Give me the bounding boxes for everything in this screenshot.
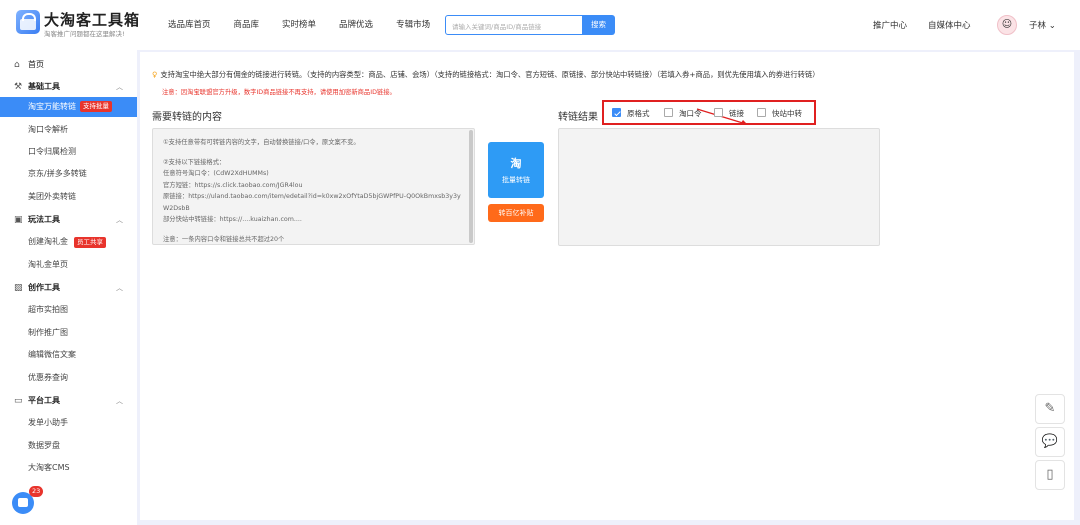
- nav-item-goods[interactable]: 商品库: [234, 18, 260, 30]
- checkbox-icon[interactable]: [664, 108, 673, 117]
- support-notice: ♀ 支持淘宝中绝大部分有佣金的链接进行转链。（支持的内容类型：商品、店铺、会场）（…: [152, 70, 820, 79]
- input-line: W2DsbB: [163, 204, 190, 212]
- option-link[interactable]: 链接: [714, 108, 744, 119]
- sidebar-item-home[interactable]: ⌂ 首页: [0, 55, 137, 75]
- sidebar-item-token-owner[interactable]: 口令归属检测: [0, 142, 137, 162]
- sidebar-item-data-compass[interactable]: 数据罗盘: [0, 436, 137, 456]
- option-kuaizhan[interactable]: 快站中转: [757, 108, 802, 119]
- notebook-icon[interactable]: ▯: [1035, 460, 1065, 490]
- input-line: 官方短链：https://s.click.taobao.com/JGR4lou: [163, 181, 303, 189]
- sidebar-item-jd-pdd[interactable]: 京东/拼多多转链: [0, 164, 137, 184]
- convert-input-textarea[interactable]: ①支持任意带有可转链内容的文字，自动替换链接/口令，原文案不变。 ②支持以下链接…: [152, 128, 475, 245]
- top-nav: 选品库首页 商品库 实时榜单 品牌优选 专辑市场: [168, 18, 453, 30]
- chevron-up-icon: ︿: [116, 216, 123, 224]
- taobao-glyph-icon: 淘: [510, 157, 522, 170]
- calendar-icon: ▣: [14, 215, 23, 225]
- sidebar-section-create[interactable]: ▨ 创作工具 ︿: [0, 278, 137, 298]
- wrench-icon: ⚒: [14, 82, 23, 92]
- input-line: 部分快站中转链接：https://....kuaizhan.com....: [163, 216, 302, 223]
- input-line: 任意符号淘口令：(CdW2XdHUMMs): [163, 170, 269, 177]
- sidebar-section-play[interactable]: ▣ 玩法工具 ︿: [0, 210, 137, 230]
- avatar[interactable]: ☺: [997, 15, 1017, 35]
- image-icon: ▨: [14, 283, 23, 293]
- result-section-title: 转链结果: [558, 112, 598, 123]
- checkbox-icon[interactable]: [757, 108, 766, 117]
- logo-title[interactable]: 大淘客工具箱: [44, 9, 140, 30]
- checkbox-icon[interactable]: [714, 108, 723, 117]
- sidebar-item-wechat-copy[interactable]: 编辑微信文案: [0, 345, 137, 365]
- input-line: ①支持任意带有可转链内容的文字，自动替换链接/口令，原文案不变。: [163, 139, 360, 146]
- option-original-format[interactable]: 原格式: [612, 108, 650, 119]
- sidebar-item-token-parse[interactable]: 淘口令解析: [0, 120, 137, 140]
- sidebar-item-meituan[interactable]: 美团外卖转链: [0, 187, 137, 207]
- sidebar-item-coupon-query[interactable]: 优惠券查询: [0, 368, 137, 388]
- media-center-link[interactable]: 自媒体中心: [928, 19, 971, 31]
- chat-bubble-icon[interactable]: 💬: [1035, 427, 1065, 457]
- sidebar-item-taobao-convert[interactable]: 淘宝万能转链 支持批量: [0, 97, 137, 117]
- input-section-title: 需要转链的内容: [152, 112, 222, 123]
- option-taokouling[interactable]: 淘口令: [664, 108, 702, 119]
- search-button[interactable]: 搜索: [582, 15, 615, 35]
- chevron-up-icon: ︿: [116, 397, 123, 405]
- notification-count: 23: [29, 486, 44, 497]
- promo-center-link[interactable]: 推广中心: [873, 19, 907, 31]
- convert-result-area[interactable]: [558, 128, 880, 246]
- sidebar-item-cms[interactable]: 大淘客CMS: [0, 458, 137, 478]
- chevron-down-icon: ⌄: [1048, 21, 1056, 31]
- top-header: 大淘客工具箱 淘客推广问题都在这里解决! 选品库首页 商品库 实时榜单 品牌优选…: [0, 0, 1080, 50]
- nav-item-realtime[interactable]: 实时榜单: [282, 18, 316, 30]
- shared-badge: 员工共享: [74, 237, 106, 248]
- batch-convert-button[interactable]: 淘 批量转链: [488, 142, 544, 198]
- input-line: 注意：一条内容口令和链接总共不超过20个: [163, 235, 285, 243]
- checkbox-checked-icon[interactable]: [612, 108, 621, 117]
- subsidy-convert-button[interactable]: 转百亿补贴: [488, 204, 544, 222]
- input-line: 原链接：https://uland.taobao.com/item/edetai…: [163, 193, 461, 200]
- sidebar-item-create-gift[interactable]: 创建淘礼金 员工共享: [0, 232, 137, 252]
- search-input[interactable]: 请输入关键词/商品ID/商品链接: [445, 15, 583, 35]
- edit-pencil-icon[interactable]: ✎: [1035, 394, 1065, 424]
- monitor-icon: ▭: [14, 396, 23, 406]
- chevron-up-icon: ︿: [116, 284, 123, 292]
- input-line: ②支持以下链接格式：: [163, 158, 226, 166]
- nav-item-home[interactable]: 选品库首页: [168, 18, 211, 30]
- sidebar-item-promo-image[interactable]: 制作推广图: [0, 323, 137, 343]
- nav-item-album[interactable]: 专辑市场: [396, 18, 430, 30]
- sidebar: ⌂ 首页 ⚒ 基础工具 ︿ 淘宝万能转链 支持批量 淘口令解析 口令归属检测 京…: [0, 50, 137, 525]
- toolbox-logo-icon[interactable]: [16, 10, 40, 34]
- batch-badge: 支持批量: [80, 101, 112, 112]
- user-menu[interactable]: 子林 ⌄: [1029, 19, 1056, 31]
- lightbulb-icon: ♀: [152, 70, 158, 79]
- nav-item-brand[interactable]: 品牌优选: [339, 18, 373, 30]
- sidebar-section-basic[interactable]: ⚒ 基础工具 ︿: [0, 77, 137, 97]
- sidebar-section-platform[interactable]: ▭ 平台工具 ︿: [0, 391, 137, 411]
- main-panel: ♀ 支持淘宝中绝大部分有佣金的链接进行转链。（支持的内容类型：商品、店铺、会场）（…: [140, 52, 1074, 520]
- warning-text: 注意：因淘宝联盟官方升级，数字ID商品链接不再支持，请使用加密新商品ID链接。: [162, 89, 396, 96]
- chevron-up-icon: ︿: [116, 83, 123, 91]
- textarea-scrollbar[interactable]: [469, 130, 473, 243]
- home-icon: ⌂: [14, 60, 20, 70]
- sidebar-item-market-photo[interactable]: 超市实拍图: [0, 300, 137, 320]
- logo-subtitle: 淘客推广问题都在这里解决!: [44, 30, 125, 38]
- sidebar-item-post-helper[interactable]: 发单小助手: [0, 413, 137, 433]
- username: 子林: [1029, 21, 1047, 31]
- sidebar-item-gift-page[interactable]: 淘礼金单页: [0, 255, 137, 275]
- format-options-group: 原格式 淘口令 链接 快站中转: [602, 100, 816, 125]
